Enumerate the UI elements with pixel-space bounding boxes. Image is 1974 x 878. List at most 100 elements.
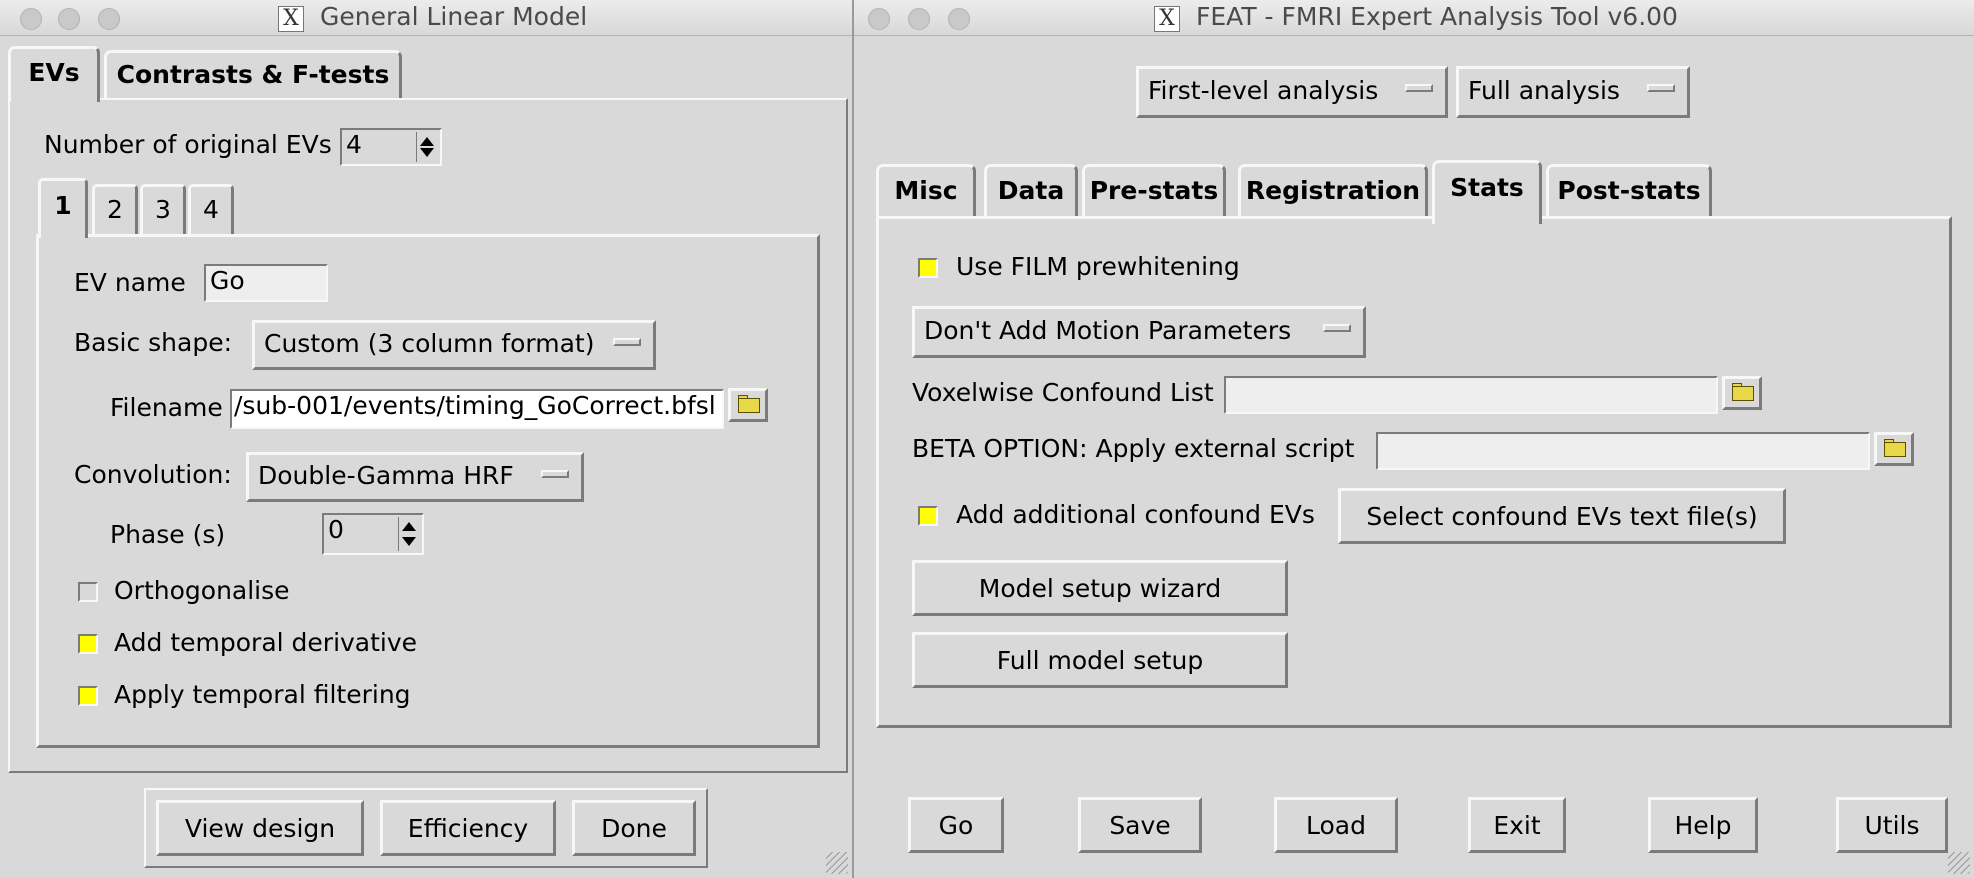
ev-tab-1-label: 1 [54, 191, 72, 220]
save-label: Save [1109, 810, 1171, 840]
tab-contrasts[interactable]: Contrasts & F-tests [104, 50, 402, 98]
full-model-setup-button[interactable]: Full model setup [912, 632, 1288, 688]
beta-script-browse-button[interactable] [1874, 432, 1914, 466]
dropdown-indicator-icon [1647, 84, 1675, 92]
orthogonalise-label: Orthogonalise [114, 576, 290, 605]
exit-button[interactable]: Exit [1468, 797, 1566, 853]
phase-spinbox[interactable]: 0 [322, 513, 424, 555]
dropdown-indicator-icon [1405, 84, 1433, 92]
convolution-value: Double-Gamma HRF [258, 461, 514, 490]
spin-down-icon [420, 148, 434, 157]
tab-evs[interactable]: EVs [8, 46, 100, 102]
beta-script-input[interactable] [1376, 432, 1870, 470]
tab-data[interactable]: Data [984, 164, 1078, 218]
select-confound-evs-button[interactable]: Select confound EVs text file(s) [1338, 488, 1786, 544]
film-prewhitening-checkbox[interactable] [918, 258, 938, 278]
tab-post-stats[interactable]: Post-stats [1546, 164, 1712, 218]
glm-window-title: General Linear Model [320, 2, 588, 31]
close-window-button[interactable] [20, 8, 42, 30]
load-button[interactable]: Load [1274, 797, 1398, 853]
feat-window: X FEAT - FMRI Expert Analysis Tool v6.00… [854, 0, 1974, 878]
full-model-setup-label: Full model setup [996, 645, 1204, 675]
tab-registration[interactable]: Registration [1238, 164, 1428, 218]
film-prewhitening-label: Use FILM prewhitening [956, 252, 1240, 281]
filename-browse-button[interactable] [728, 388, 768, 422]
ev-name-value: Go [210, 266, 245, 295]
go-label: Go [938, 810, 974, 840]
tab-data-label: Data [997, 176, 1065, 205]
voxelwise-browse-button[interactable] [1722, 376, 1762, 410]
spin-up-icon [420, 137, 434, 146]
motion-parameters-menu[interactable]: Don't Add Motion Parameters [912, 306, 1366, 358]
spin-up-icon [402, 522, 416, 531]
feat-window-title: FEAT - FMRI Expert Analysis Tool v6.00 [1196, 2, 1678, 31]
convolution-menu[interactable]: Double-Gamma HRF [246, 452, 584, 502]
glm-resize-grip[interactable] [826, 852, 848, 874]
done-button[interactable]: Done [572, 800, 696, 856]
efficiency-label: Efficiency [407, 813, 529, 843]
save-button[interactable]: Save [1078, 797, 1202, 853]
phase-spin-arrows[interactable] [398, 517, 420, 551]
num-evs-spin-arrows[interactable] [416, 132, 438, 162]
filename-value: /sub-001/events/timing_GoCorrect.bfsl [234, 391, 716, 420]
ev-tab-2[interactable]: 2 [92, 184, 138, 234]
dropdown-indicator-icon [1323, 324, 1351, 332]
analysis-type-menu[interactable]: Full analysis [1456, 66, 1690, 118]
convolution-label: Convolution: [74, 460, 232, 489]
basic-shape-value: Custom (3 column format) [264, 329, 595, 358]
temporal-derivative-checkbox[interactable] [78, 634, 98, 654]
analysis-type-value: Full analysis [1468, 76, 1620, 105]
minimize-window-button[interactable] [908, 8, 930, 30]
folder-icon [738, 398, 760, 413]
voxelwise-confound-label: Voxelwise Confound List [912, 378, 1214, 407]
ev-tab-2-label: 2 [107, 195, 123, 224]
view-design-label: View design [184, 813, 336, 843]
tab-evs-label: EVs [28, 58, 80, 87]
feat-titlebar: X FEAT - FMRI Expert Analysis Tool v6.00 [854, 0, 1974, 36]
glm-titlebar: X General Linear Model [0, 0, 852, 36]
zoom-window-button[interactable] [98, 8, 120, 30]
tab-stats[interactable]: Stats [1432, 160, 1542, 224]
ev-tab-3-label: 3 [155, 195, 171, 224]
filename-label: Filename [110, 393, 223, 422]
folder-icon [1884, 442, 1906, 457]
efficiency-button[interactable]: Efficiency [380, 800, 556, 856]
model-setup-wizard-label: Model setup wizard [978, 573, 1222, 603]
exit-label: Exit [1493, 810, 1541, 840]
view-design-button[interactable]: View design [156, 800, 364, 856]
analysis-level-menu[interactable]: First-level analysis [1136, 66, 1448, 118]
select-confound-evs-label: Select confound EVs text file(s) [1366, 501, 1758, 531]
ev-tab-3[interactable]: 3 [140, 184, 186, 234]
tab-registration-label: Registration [1245, 176, 1421, 205]
close-window-button[interactable] [868, 8, 890, 30]
x11-logo-icon: X [1154, 6, 1180, 32]
utils-button[interactable]: Utils [1836, 797, 1948, 853]
num-evs-spinbox[interactable]: 4 [340, 128, 442, 166]
folder-icon [1732, 386, 1754, 401]
help-button[interactable]: Help [1648, 797, 1758, 853]
orthogonalise-checkbox[interactable] [78, 582, 98, 602]
go-button[interactable]: Go [908, 797, 1004, 853]
tab-misc[interactable]: Misc [876, 164, 976, 218]
temporal-filtering-checkbox[interactable] [78, 686, 98, 706]
filename-input[interactable]: /sub-001/events/timing_GoCorrect.bfsl [230, 389, 724, 429]
temporal-filtering-label: Apply temporal filtering [114, 680, 411, 709]
ev-name-input[interactable]: Go [204, 264, 328, 302]
temporal-derivative-label: Add temporal derivative [114, 628, 418, 657]
glm-window: X General Linear Model EVs Contrasts & F… [0, 0, 852, 878]
num-evs-label: Number of original EVs [44, 130, 332, 159]
basic-shape-menu[interactable]: Custom (3 column format) [252, 320, 656, 370]
minimize-window-button[interactable] [58, 8, 80, 30]
model-setup-wizard-button[interactable]: Model setup wizard [912, 560, 1288, 616]
tab-post-stats-label: Post-stats [1557, 176, 1701, 205]
ev-tab-1[interactable]: 1 [38, 178, 88, 238]
confound-evs-checkbox[interactable] [918, 506, 938, 526]
spin-down-icon [402, 537, 416, 546]
tab-pre-stats[interactable]: Pre-stats [1082, 164, 1226, 218]
ev-tab-4[interactable]: 4 [188, 184, 234, 234]
voxelwise-confound-input[interactable] [1224, 376, 1718, 414]
tab-misc-label: Misc [894, 176, 958, 205]
help-label: Help [1674, 810, 1732, 840]
zoom-window-button[interactable] [948, 8, 970, 30]
feat-resize-grip[interactable] [1948, 852, 1970, 874]
